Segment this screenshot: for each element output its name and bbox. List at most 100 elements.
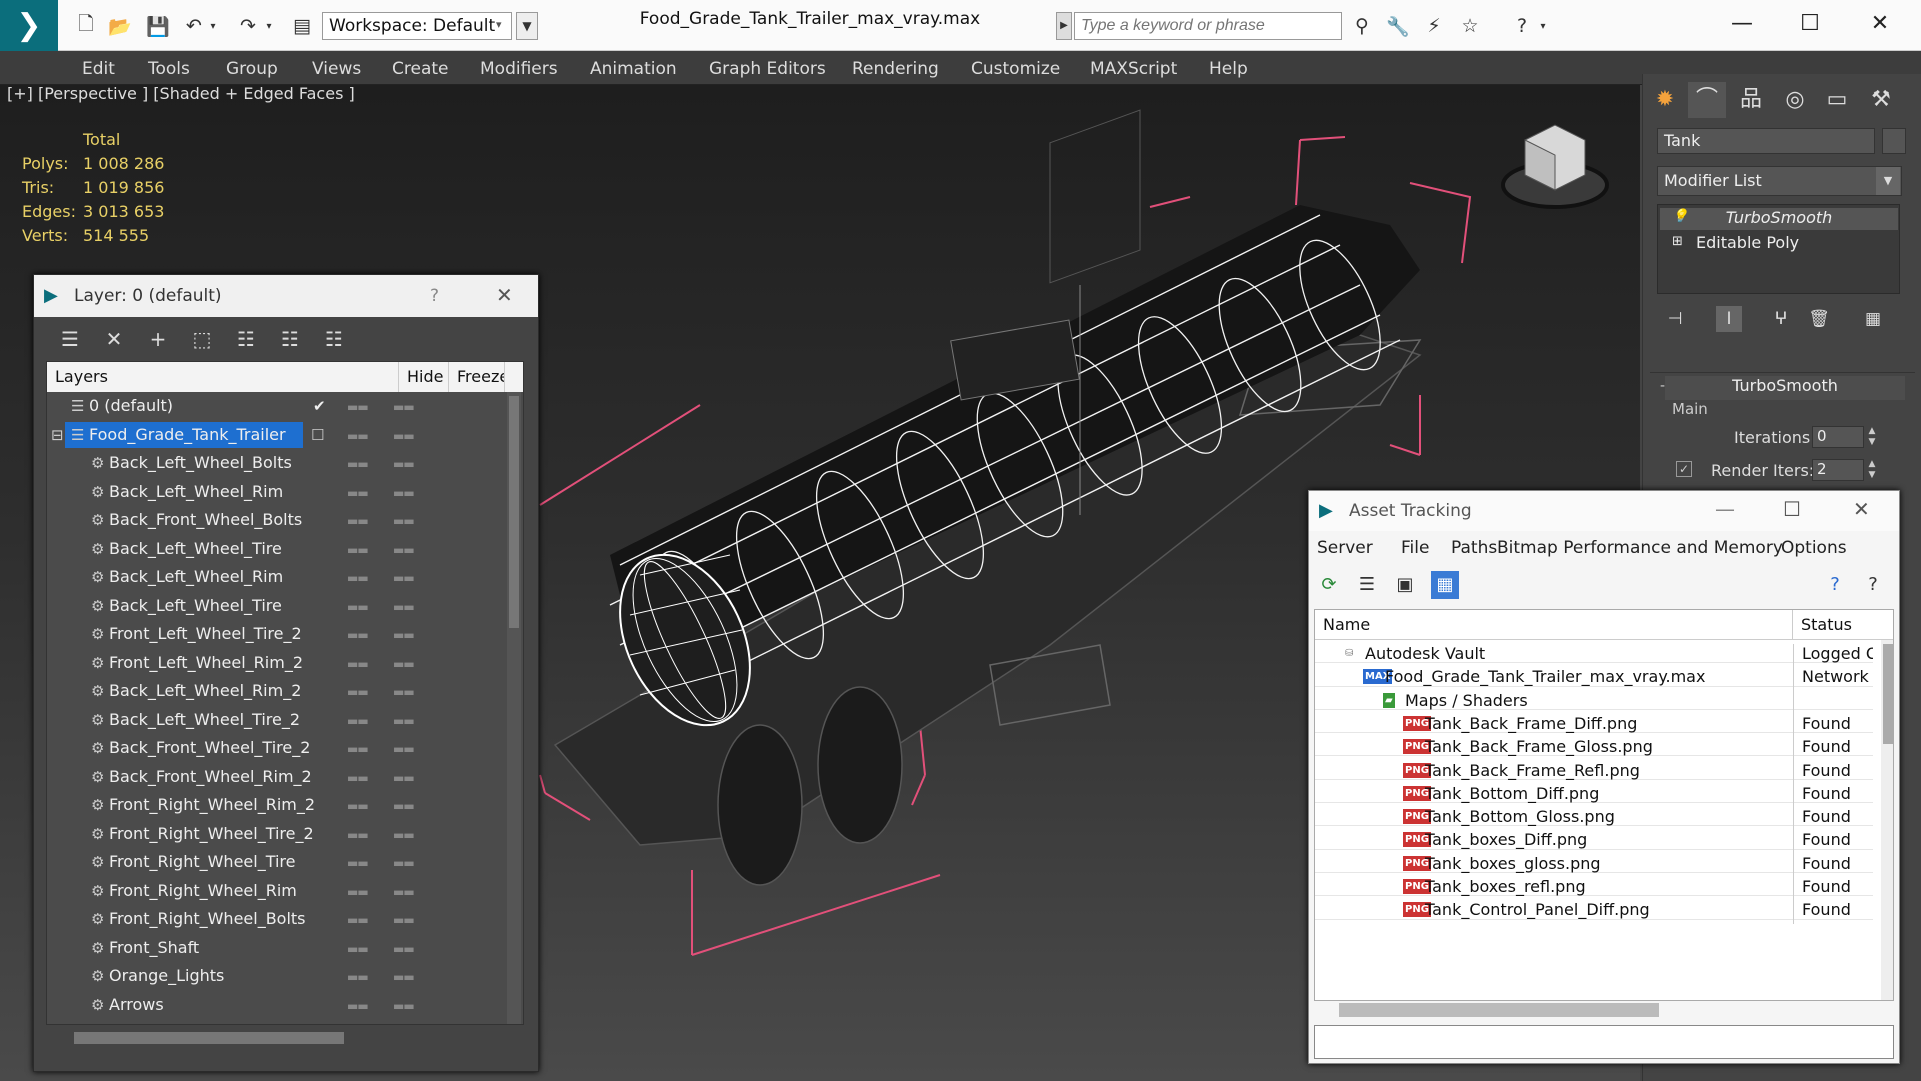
display-tab-icon[interactable]: ▭: [1818, 82, 1856, 118]
make-unique-icon[interactable]: ⵖ: [1768, 306, 1794, 332]
set-current-box-icon[interactable]: ☐: [311, 426, 324, 444]
freeze-toggle[interactable]: ▬▬: [393, 942, 415, 956]
layer-row[interactable]: ⚙ Front_Left_Wheel_Tire_2 ▬▬ ▬▬: [47, 620, 505, 649]
col-freeze[interactable]: Freeze: [449, 362, 505, 392]
freeze-toggle[interactable]: ▬▬: [393, 799, 415, 813]
layer-row[interactable]: ⚙ Back_Left_Wheel_Tire_2 ▬▬ ▬▬: [47, 706, 505, 735]
hide-toggle[interactable]: ▬▬: [347, 600, 369, 614]
layer-name[interactable]: Back_Left_Wheel_Tire: [109, 596, 282, 615]
layer-name[interactable]: Back_Left_Wheel_Rim_2: [109, 681, 301, 700]
object-name-field[interactable]: Tank: [1657, 128, 1875, 154]
search-expand-button[interactable]: ▶: [1056, 12, 1072, 40]
menu-rendering[interactable]: Rendering: [852, 59, 939, 79]
asset-row[interactable]: PNG Tank_boxes_Diff.png Found: [1315, 826, 1873, 855]
stack-item-turbosmooth[interactable]: 💡 TurboSmooth: [1660, 208, 1898, 230]
asset-row[interactable]: PNG Tank_Back_Frame_Refl.png Found: [1315, 757, 1873, 785]
viewport-label[interactable]: [+] [Perspective ] [Shaded + Edged Faces…: [7, 84, 355, 103]
refresh-icon[interactable]: ⟳: [1315, 571, 1343, 599]
layer-row[interactable]: ⚙ Back_Left_Wheel_Rim_2 ▬▬ ▬▬: [47, 677, 505, 706]
expand-plus-icon[interactable]: ⊞: [1672, 234, 1683, 249]
hide-toggle[interactable]: ▬▬: [347, 657, 369, 671]
col-name[interactable]: Name: [1315, 610, 1793, 640]
hide-toggle[interactable]: ▬▬: [347, 429, 369, 443]
highlight-layer-icon[interactable]: ☷: [232, 325, 260, 353]
hide-toggle[interactable]: ▬▬: [347, 486, 369, 500]
freeze-toggle[interactable]: ▬▬: [393, 771, 415, 785]
layer-name[interactable]: 0 (default): [89, 396, 173, 415]
asset-row[interactable]: PNG Tank_Control_Panel_Diff.png Found: [1315, 896, 1873, 925]
hide-toggle[interactable]: ▬▬: [347, 457, 369, 471]
hide-toggle[interactable]: ▬▬: [347, 942, 369, 956]
asset-path-field[interactable]: [1314, 1025, 1894, 1059]
freeze-toggle[interactable]: ▬▬: [393, 486, 415, 500]
undo-dropdown-icon[interactable]: ▾: [206, 12, 220, 40]
help-icon[interactable]: ?: [1508, 12, 1536, 40]
menu-create[interactable]: Create: [392, 59, 449, 79]
asset-scroll-thumb[interactable]: [1883, 644, 1893, 744]
object-color-swatch[interactable]: [1882, 128, 1906, 154]
help-dropdown-icon[interactable]: ▾: [1536, 12, 1550, 40]
hide-toggle[interactable]: ▬▬: [347, 885, 369, 899]
hide-toggle[interactable]: ▬▬: [347, 400, 369, 414]
layer-name[interactable]: Back_Front_Wheel_Bolts: [109, 510, 302, 529]
binoculars-icon[interactable]: ⚲: [1348, 12, 1376, 40]
asset-row[interactable]: PNG Tank_Back_Frame_Gloss.png Found: [1315, 733, 1873, 762]
motion-tab-icon[interactable]: ◎: [1776, 82, 1814, 118]
layer-row[interactable]: ⚙ Back_Left_Wheel_Rim ▬▬ ▬▬: [47, 478, 505, 507]
rollout-title[interactable]: TurboSmooth: [1665, 376, 1905, 400]
modify-tab-icon[interactable]: ⌒: [1688, 82, 1726, 118]
render-iters-input[interactable]: 2: [1812, 459, 1864, 481]
utilities-tab-icon[interactable]: ⚒: [1862, 82, 1900, 118]
hide-toggle[interactable]: ▬▬: [347, 543, 369, 557]
render-iters-spinner[interactable]: ▲ ▼: [1866, 459, 1878, 481]
col-status[interactable]: Status: [1793, 610, 1873, 640]
menu-group[interactable]: Group: [226, 59, 278, 79]
freeze-toggle[interactable]: ▬▬: [393, 429, 415, 443]
asset-row[interactable]: PNG Tank_Back_Frame_Diff.png Found: [1315, 710, 1873, 738]
layer-row[interactable]: ⚙ Back_Left_Wheel_Tire ▬▬ ▬▬: [47, 592, 505, 621]
menu-edit[interactable]: Edit: [82, 59, 115, 79]
hide-all-icon[interactable]: ☷: [276, 325, 304, 353]
col-hide[interactable]: Hide: [399, 362, 449, 392]
layer-name[interactable]: Back_Left_Wheel_Bolts: [109, 453, 292, 472]
maximize-icon[interactable]: ☐: [1783, 497, 1801, 521]
layer-row[interactable]: ⊟ ☰ Food_Grade_Tank_Trailer ☐ ▬▬ ▬▬: [47, 421, 505, 450]
layer-row[interactable]: ⚙ Front_Right_Wheel_Bolts ▬▬ ▬▬: [47, 905, 505, 934]
freeze-toggle[interactable]: ▬▬: [393, 457, 415, 471]
layer-row[interactable]: ⚙ Back_Left_Wheel_Tire ▬▬ ▬▬: [47, 535, 505, 564]
workspace-menu-button[interactable]: ▼: [516, 12, 538, 40]
redo-dropdown-icon[interactable]: ▾: [262, 12, 276, 40]
new-file-icon[interactable]: 🗋: [72, 12, 100, 40]
hide-toggle[interactable]: ▬▬: [347, 828, 369, 842]
layer-row[interactable]: ⚙ Front_Right_Wheel_Tire ▬▬ ▬▬: [47, 848, 505, 877]
list-view-icon[interactable]: ☰: [1353, 571, 1381, 599]
favorites-star-icon[interactable]: ☆: [1456, 12, 1484, 40]
layer-name[interactable]: Back_Left_Wheel_Rim: [109, 567, 283, 586]
freeze-toggle[interactable]: ▬▬: [393, 885, 415, 899]
col-layers[interactable]: Layers: [47, 362, 399, 392]
menu-modifiers[interactable]: Modifiers: [480, 59, 558, 79]
hide-toggle[interactable]: ▬▬: [347, 771, 369, 785]
open-file-icon[interactable]: 📂: [106, 12, 134, 40]
hide-toggle[interactable]: ▬▬: [347, 628, 369, 642]
layer-row[interactable]: ⚙ Back_Front_Wheel_Bolts ▬▬ ▬▬: [47, 506, 505, 535]
context-help-icon[interactable]: ?: [1859, 571, 1887, 599]
asset-horizontal-scrollbar[interactable]: [1339, 1003, 1659, 1017]
layer-name[interactable]: Front_Right_Wheel_Rim: [109, 881, 297, 900]
help-button[interactable]: ?: [430, 286, 439, 306]
layer-row[interactable]: ⚙ Back_Left_Wheel_Rim ▬▬ ▬▬: [47, 563, 505, 592]
asset-row[interactable]: MAX Food_Grade_Tank_Trailer_max_vray.max N…: [1315, 663, 1873, 692]
menu-customize[interactable]: Customize: [971, 59, 1060, 79]
hide-toggle[interactable]: ▬▬: [347, 970, 369, 984]
menu-options[interactable]: Options: [1781, 538, 1847, 558]
freeze-toggle[interactable]: ▬▬: [393, 657, 415, 671]
menu-file[interactable]: File: [1401, 538, 1429, 558]
freeze-toggle[interactable]: ▬▬: [393, 970, 415, 984]
close-icon[interactable]: ✕: [1860, 6, 1900, 42]
asset-row[interactable]: ⛁Autodesk VaultLogged Out: [1315, 640, 1873, 668]
create-tab-icon[interactable]: ✹: [1646, 82, 1684, 118]
freeze-toggle[interactable]: ▬▬: [393, 742, 415, 756]
close-icon[interactable]: ✕: [496, 283, 513, 307]
hide-toggle[interactable]: ▬▬: [347, 742, 369, 756]
layer-row[interactable]: ⚙ Arrows ▬▬ ▬▬: [47, 991, 505, 1020]
